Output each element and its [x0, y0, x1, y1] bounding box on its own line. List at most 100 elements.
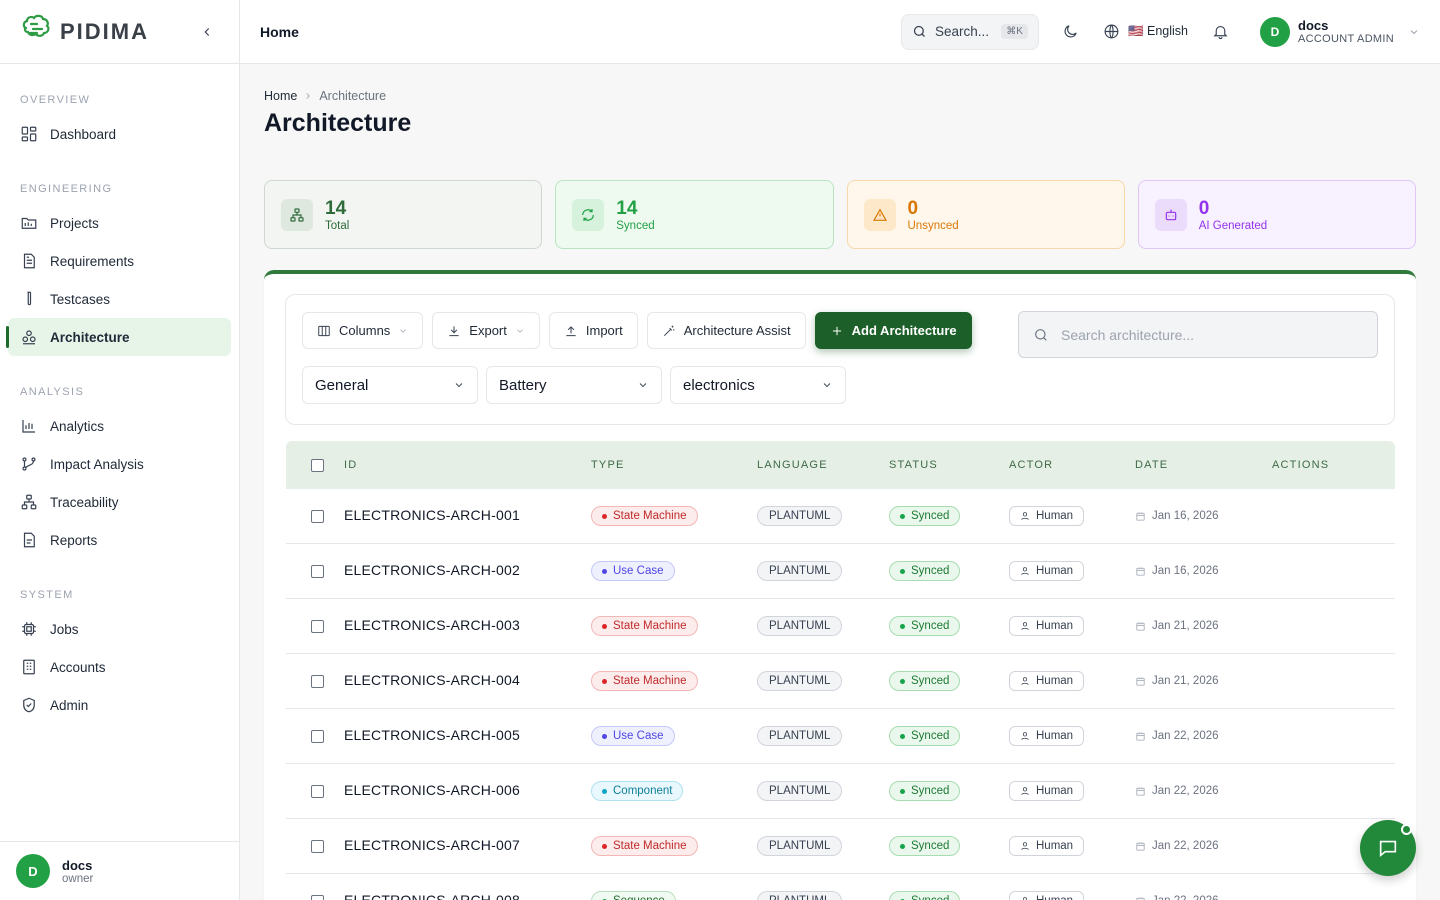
sidebar-item-admin[interactable]: Admin [8, 686, 231, 724]
date-cell: Jan 22, 2026 [1135, 840, 1272, 852]
row-checkbox[interactable] [310, 839, 324, 853]
sidebar-item-accounts[interactable]: Accounts [8, 648, 231, 686]
date-cell: Jan 16, 2026 [1135, 510, 1272, 522]
row-id[interactable]: ELECTRONICS-ARCH-005 [344, 727, 520, 743]
export-button[interactable]: Export [432, 312, 540, 349]
status-label: Synced [911, 565, 950, 578]
sidebar-item-traceability[interactable]: Traceability [8, 483, 231, 521]
filter-select-category[interactable]: General [302, 366, 478, 404]
filter-select-domain[interactable]: electronics [670, 366, 846, 404]
actor-badge: Human [1009, 836, 1085, 856]
row-id[interactable]: ELECTRONICS-ARCH-002 [344, 562, 520, 578]
user-menu[interactable]: D docs ACCOUNT ADMIN [1260, 16, 1420, 47]
row-id[interactable]: ELECTRONICS-ARCH-001 [344, 507, 520, 523]
actor-badge: Human [1009, 506, 1085, 526]
column-header-language[interactable]: LANGUAGE [757, 459, 889, 471]
sidebar-user[interactable]: D docs owner [0, 841, 239, 900]
actor-label: Human [1036, 675, 1074, 687]
global-search-button[interactable]: Search... ⌘K [900, 13, 1039, 50]
row-id[interactable]: ELECTRONICS-ARCH-007 [344, 837, 520, 853]
document-icon [23, 253, 35, 269]
sidebar-item-label: Impact Analysis [50, 456, 144, 472]
sidebar-item-impact-analysis[interactable]: Impact Analysis [8, 445, 231, 483]
status-dot [900, 623, 905, 629]
chat-button[interactable] [1360, 820, 1416, 876]
architecture-search[interactable] [1018, 311, 1378, 358]
stat-label: Synced [616, 219, 655, 232]
globe-icon [1104, 24, 1119, 39]
table-row[interactable]: ELECTRONICS-ARCH-003 State Machine PLANTUM… [286, 599, 1395, 654]
theme-toggle-button[interactable] [1057, 18, 1085, 46]
column-header-actor[interactable]: ACTOR [1009, 459, 1135, 471]
architecture-assist-label: Architecture Assist [683, 323, 791, 338]
table-row[interactable]: ELECTRONICS-ARCH-006 Component PLANTUML Syn… [286, 764, 1395, 819]
language-badge: PLANTUML [757, 726, 843, 746]
actor-badge: Human [1009, 891, 1085, 900]
language-badge: PLANTUML [757, 781, 843, 801]
row-id[interactable]: ELECTRONICS-ARCH-003 [344, 617, 520, 633]
row-checkbox[interactable] [310, 674, 324, 688]
type-label: State Machine [613, 620, 687, 633]
type-badge: State Machine [591, 616, 698, 637]
columns-button[interactable]: Columns [302, 312, 424, 349]
row-checkbox[interactable] [310, 619, 324, 633]
stat-card-ai-generated: 0 AI Generated [1137, 180, 1416, 249]
type-label: State Machine [613, 840, 687, 853]
row-id[interactable]: ELECTRONICS-ARCH-004 [344, 672, 520, 688]
column-header-date[interactable]: DATE [1135, 459, 1272, 471]
sidebar-item-architecture[interactable]: Architecture [6, 318, 231, 356]
column-header-id[interactable]: ID [344, 459, 591, 471]
row-checkbox[interactable] [310, 564, 324, 578]
table-row[interactable]: ELECTRONICS-ARCH-007 State Machine PLANTUM… [286, 819, 1395, 874]
notifications-button[interactable] [1206, 18, 1234, 46]
type-label: State Machine [613, 510, 687, 523]
logo[interactable]: PIDIMA [20, 14, 149, 49]
sidebar-item-analytics[interactable]: Analytics [8, 407, 231, 445]
header: Home Search... ⌘K 🇺🇸 English D docs ACCO… [240, 0, 1440, 64]
stat-value: 14 [325, 197, 347, 219]
breadcrumb: Home Architecture [264, 89, 1416, 103]
status-label: Synced [911, 895, 949, 900]
type-dot [602, 843, 607, 849]
table-row[interactable]: ELECTRONICS-ARCH-002 Use Case PLANTUML Sync… [286, 544, 1395, 599]
row-checkbox[interactable] [310, 784, 324, 798]
type-badge: State Machine [591, 671, 698, 692]
architecture-table: ID TYPE LANGUAGE STATUS ACTOR DATE ACTIO… [286, 441, 1395, 900]
language-badge: PLANTUML [757, 616, 843, 636]
upload-icon [566, 325, 576, 336]
breadcrumb-home[interactable]: Home [264, 89, 297, 103]
date-label: Jan 22, 2026 [1152, 730, 1219, 742]
sidebar-item-reports[interactable]: Reports [8, 521, 231, 559]
column-header-status[interactable]: STATUS [889, 459, 1009, 471]
language-selector[interactable]: 🇺🇸 English [1103, 23, 1188, 40]
architecture-assist-button[interactable]: Architecture Assist [646, 312, 806, 349]
row-checkbox[interactable] [310, 509, 324, 523]
row-id[interactable]: ELECTRONICS-ARCH-006 [344, 782, 520, 798]
sidebar-item-jobs[interactable]: Jobs [8, 610, 231, 648]
row-checkbox[interactable] [310, 894, 324, 900]
collapse-sidebar-button[interactable] [195, 20, 219, 44]
status-badge: Synced [889, 726, 961, 747]
architecture-search-input[interactable] [1061, 326, 1351, 343]
type-dot [602, 568, 607, 574]
refresh-icon [582, 208, 595, 221]
table-row[interactable]: ELECTRONICS-ARCH-005 Use Case PLANTUML Sync… [286, 709, 1395, 764]
column-header-type[interactable]: TYPE [591, 459, 757, 471]
stat-icon-box [572, 198, 605, 231]
table-row[interactable]: ELECTRONICS-ARCH-004 State Machine PLANTUM… [286, 654, 1395, 709]
table-row[interactable]: ELECTRONICS-ARCH-001 State Machine PLANTUM… [286, 489, 1395, 544]
add-architecture-button[interactable]: Add Architecture [814, 312, 972, 349]
select-all-checkbox[interactable] [310, 458, 324, 472]
row-checkbox[interactable] [310, 729, 324, 743]
status-badge: Synced [889, 616, 961, 637]
sidebar-item-dashboard[interactable]: Dashboard [8, 115, 231, 153]
sidebar-item-projects[interactable]: Projects [8, 204, 231, 242]
import-button[interactable]: Import [548, 312, 638, 349]
row-id[interactable]: ELECTRONICS-ARCH-008 [344, 892, 520, 900]
stat-label: Total [325, 219, 350, 232]
filter-select-project[interactable]: Battery [486, 366, 662, 404]
sidebar-item-requirements[interactable]: Requirements [8, 242, 231, 280]
sidebar-item-testcases[interactable]: Testcases [8, 280, 231, 318]
table-row[interactable]: ELECTRONICS-ARCH-008 Sequence PLANTUML Sync… [286, 874, 1395, 900]
chat-notification-dot [1401, 824, 1412, 835]
